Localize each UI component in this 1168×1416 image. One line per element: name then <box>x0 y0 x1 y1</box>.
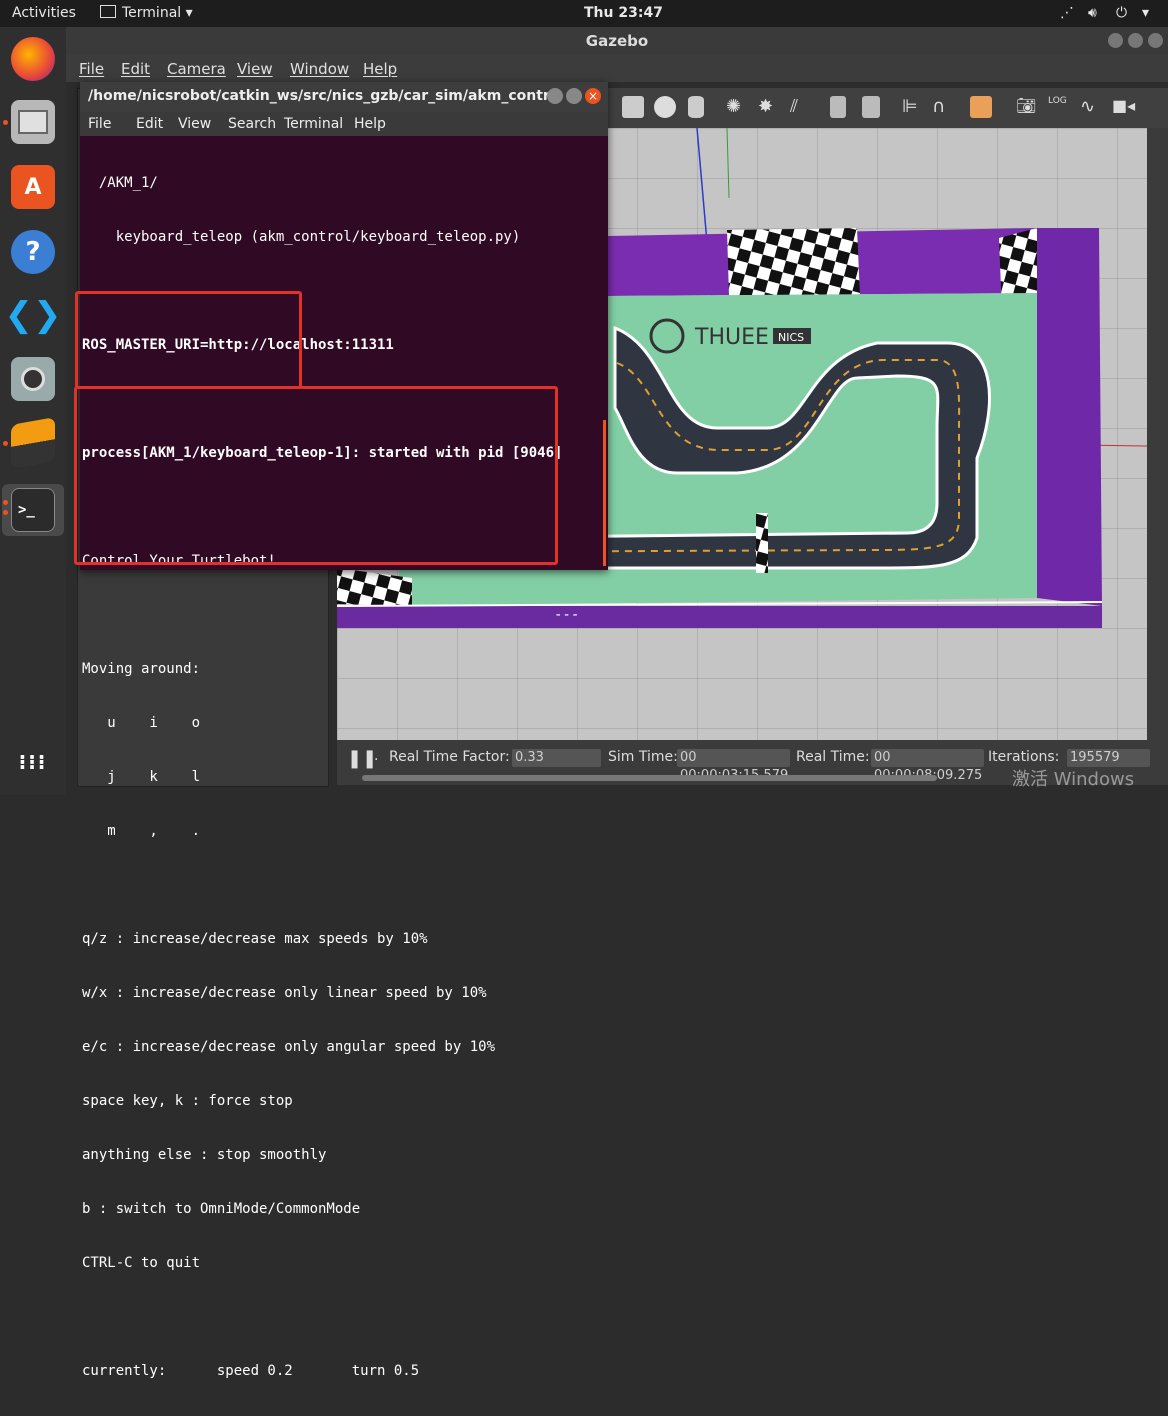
real-time-value: 00 00:00:08:09.275 <box>871 749 984 783</box>
terminal-scrollbar[interactable] <box>603 420 606 566</box>
top-bar: Activities Terminal ▾ Thu 23:47 ⋰ 🔊︎ ⏻ ▾ <box>0 0 1168 27</box>
menu-file[interactable]: File <box>79 60 104 78</box>
clock[interactable]: Thu 23:47 <box>584 5 663 21</box>
activities-button[interactable]: Activities <box>12 5 76 21</box>
gazebo-toolbar: ✺ ✸ ⫽ ⊫ ∩ 📷︎ LOG ∿ ■◂ <box>608 88 1168 128</box>
terminal-line: e/c : increase/decrease only angular spe… <box>82 1039 496 1055</box>
running-indicator <box>3 441 8 446</box>
terminal-line: /AKM_1/ <box>82 175 158 191</box>
terminal-line: m , . <box>82 823 201 839</box>
sim-time-label: Sim Time: <box>608 749 678 765</box>
camera-icon[interactable] <box>11 357 55 401</box>
gazebo-right-panel-handle[interactable] <box>1147 128 1168 740</box>
menu-view[interactable]: View <box>237 60 273 78</box>
menu-help[interactable]: Help <box>354 116 386 132</box>
gazebo-titlebar[interactable]: Gazebo <box>66 27 1168 55</box>
highlight-box-speed-controls <box>74 386 558 565</box>
terminal-line: currently: speed 0.2 turn 0.5 <box>82 1363 420 1379</box>
menu-edit[interactable]: Edit <box>121 60 150 78</box>
terminal-line: Moving around: <box>82 661 201 677</box>
maximize-icon[interactable] <box>1128 33 1143 48</box>
show-apps-grid-icon[interactable]: ⁝⁝⁝ <box>11 740 55 784</box>
running-indicator <box>3 510 8 515</box>
maximize-icon[interactable] <box>566 88 582 104</box>
iterations-label: Iterations: <box>988 749 1060 765</box>
terminal-line: space key, k : force stop <box>82 1093 293 1109</box>
terminal-line: anything else : stop smoothly <box>82 1147 327 1163</box>
align-icon[interactable]: ⊫ <box>902 96 924 118</box>
activation-watermark: 激活 Windows <box>1012 769 1135 790</box>
terminal-line: u i o <box>82 715 201 731</box>
spot-light-icon[interactable]: ✸ <box>758 96 780 118</box>
screenshot-icon[interactable]: 📷︎ <box>1016 96 1038 118</box>
terminal-line: --- <box>82 607 580 623</box>
files-icon[interactable] <box>11 100 55 144</box>
terminal-app-menu[interactable]: Terminal ▾ <box>100 5 193 21</box>
chevron-down-icon: ▾ <box>185 5 193 21</box>
menu-file[interactable]: File <box>88 116 111 132</box>
help-icon[interactable]: ? <box>11 230 55 274</box>
terminal-icon[interactable]: >_ <box>11 488 55 532</box>
terminal-title: /home/nicsrobot/catkin_ws/src/nics_gzb/c… <box>88 88 548 104</box>
terminal-titlebar[interactable]: /home/nicsrobot/catkin_ws/src/nics_gzb/c… <box>80 82 608 112</box>
app-name: Terminal <box>122 5 182 21</box>
minimize-icon[interactable] <box>1108 33 1123 48</box>
dock: A ? ❮❯ >_ ⁝⁝⁝ <box>0 27 66 795</box>
snap-icon[interactable]: ∩ <box>932 96 954 118</box>
paste-icon[interactable] <box>862 96 880 118</box>
real-time-label: Real Time: <box>796 749 870 765</box>
running-indicator <box>3 120 8 125</box>
menu-search[interactable]: Search <box>228 116 276 132</box>
chevron-down-icon[interactable]: ▾ <box>1142 5 1149 21</box>
firefox-icon[interactable] <box>11 37 55 81</box>
track-logo-suffix: NICS <box>778 331 804 344</box>
software-center-icon[interactable]: A <box>11 165 55 209</box>
log-icon[interactable]: LOG <box>1048 96 1070 118</box>
close-icon[interactable]: × <box>585 88 601 104</box>
gazebo-icon[interactable] <box>11 417 55 469</box>
gazebo-menubar: File Edit Camera View Window Help <box>66 55 1168 82</box>
directional-light-icon[interactable]: ⫽ <box>790 96 812 118</box>
change-view-icon[interactable] <box>970 96 992 118</box>
power-icon[interactable]: ⏻ <box>1116 5 1127 21</box>
menu-camera[interactable]: Camera <box>167 60 226 78</box>
menu-terminal[interactable]: Terminal <box>284 116 343 132</box>
terminal-line: w/x : increase/decrease only linear spee… <box>82 985 487 1001</box>
track-logo-text: THUEE <box>694 325 769 350</box>
box-shape-icon[interactable] <box>622 96 644 118</box>
terminal-menubar: File Edit View Search Terminal Help <box>80 112 608 136</box>
terminal-line: keyboard_teleop (akm_control/keyboard_te… <box>82 229 521 245</box>
highlight-box-movement-keys <box>75 291 302 389</box>
menu-window[interactable]: Window <box>290 60 349 78</box>
terminal-line: j k l <box>82 769 201 785</box>
minimize-icon[interactable] <box>547 88 563 104</box>
terminal-line: b : switch to OmniMode/CommonMode <box>82 1201 361 1217</box>
record-video-icon[interactable]: ■◂ <box>1112 96 1135 118</box>
point-light-icon[interactable]: ✺ <box>726 96 748 118</box>
terminal-small-icon <box>100 5 116 18</box>
terminal-line: CTRL-C to quit <box>82 1255 201 1271</box>
volume-icon[interactable]: 🔊︎ <box>1088 5 1097 21</box>
running-indicator <box>3 500 8 505</box>
close-icon[interactable] <box>1148 33 1163 48</box>
menu-edit[interactable]: Edit <box>136 116 163 132</box>
cylinder-shape-icon[interactable] <box>688 96 704 118</box>
gazebo-window-title: Gazebo <box>585 32 649 50</box>
copy-icon[interactable] <box>830 96 846 118</box>
terminal-line: q/z : increase/decrease max speeds by 10… <box>82 931 428 947</box>
sim-time-value: 00 00:00:03:15.579 <box>677 749 790 783</box>
menu-help[interactable]: Help <box>363 60 397 78</box>
menu-view[interactable]: View <box>178 116 211 132</box>
network-icon[interactable]: ⋰ <box>1060 5 1074 21</box>
vscode-icon[interactable]: ❮❯ <box>5 293 62 337</box>
plot-icon[interactable]: ∿ <box>1080 96 1102 118</box>
sphere-shape-icon[interactable] <box>654 96 676 118</box>
